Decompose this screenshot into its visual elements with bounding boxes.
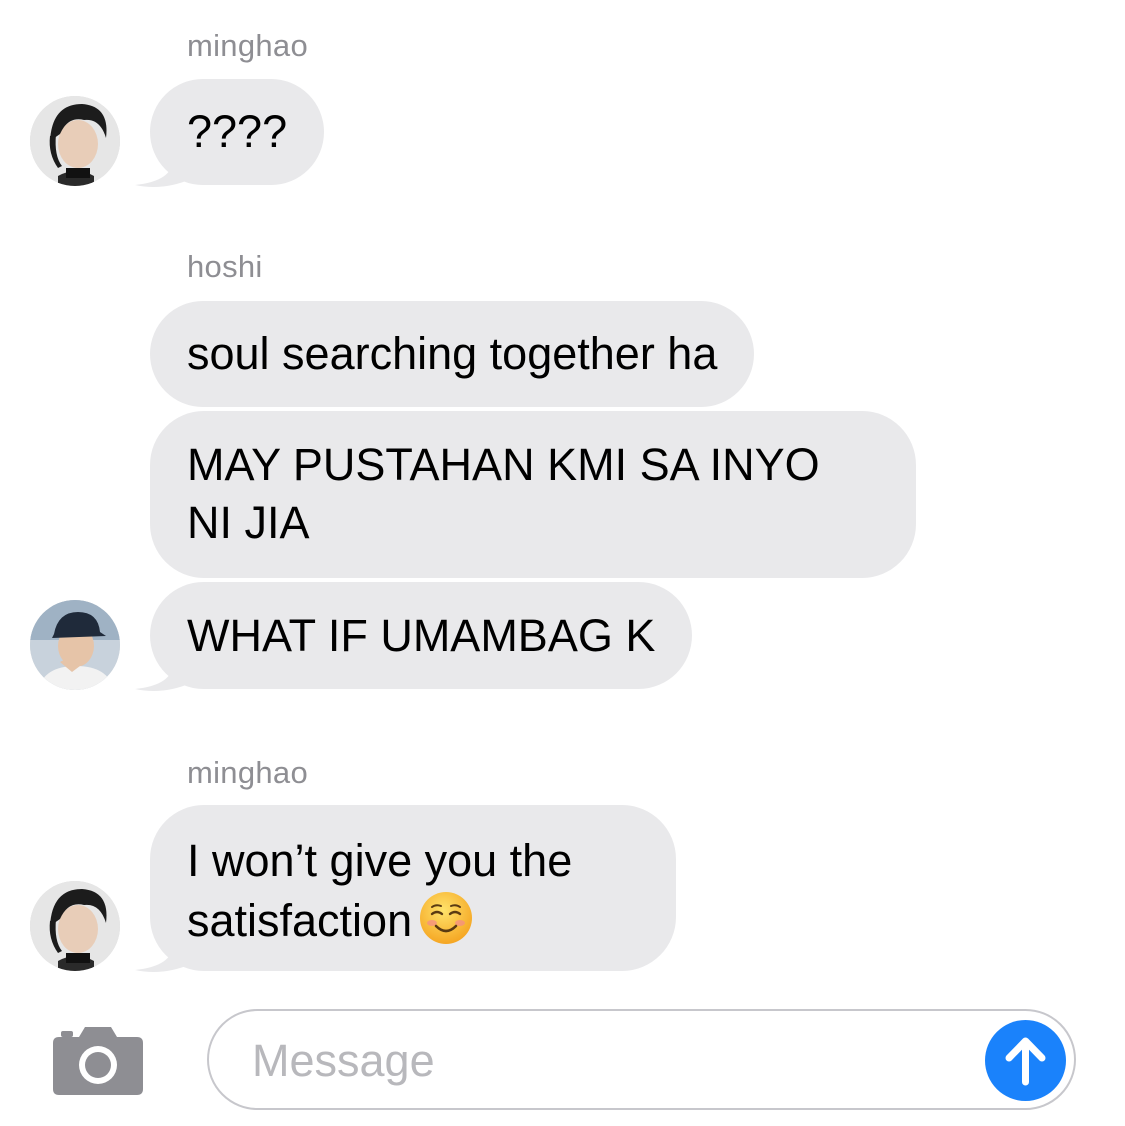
message-bubble[interactable]: soul searching together ha bbox=[150, 301, 755, 407]
send-button[interactable] bbox=[985, 1020, 1066, 1101]
smiling-face-emoji bbox=[420, 892, 473, 944]
message-input[interactable]: Message bbox=[207, 1009, 1076, 1110]
avatar-image bbox=[30, 881, 120, 971]
message-placeholder: Message bbox=[252, 1035, 435, 1086]
message-bubble[interactable]: I won’t give you the satisfaction bbox=[150, 805, 676, 971]
avatar-minghao[interactable] bbox=[30, 96, 120, 186]
camera-icon[interactable] bbox=[51, 1023, 145, 1095]
message-bubble[interactable]: WHAT IF UMAMBAG K bbox=[150, 582, 693, 689]
avatar-image bbox=[30, 600, 120, 690]
arrow-up-icon bbox=[1005, 1037, 1046, 1086]
message-bubble[interactable]: MAY PUSTAHAN KMI SA INYO NI JIA bbox=[150, 411, 916, 578]
avatar-image bbox=[30, 96, 120, 186]
message-text: I won’t give you the satisfaction bbox=[187, 835, 573, 946]
avatar-hoshi[interactable] bbox=[30, 600, 120, 690]
sender-name: minghao bbox=[187, 28, 309, 63]
avatar-minghao[interactable] bbox=[30, 881, 120, 971]
sender-name: hoshi bbox=[187, 249, 263, 284]
message-bubble[interactable]: ???? bbox=[150, 79, 325, 185]
sender-name: minghao bbox=[187, 755, 309, 790]
